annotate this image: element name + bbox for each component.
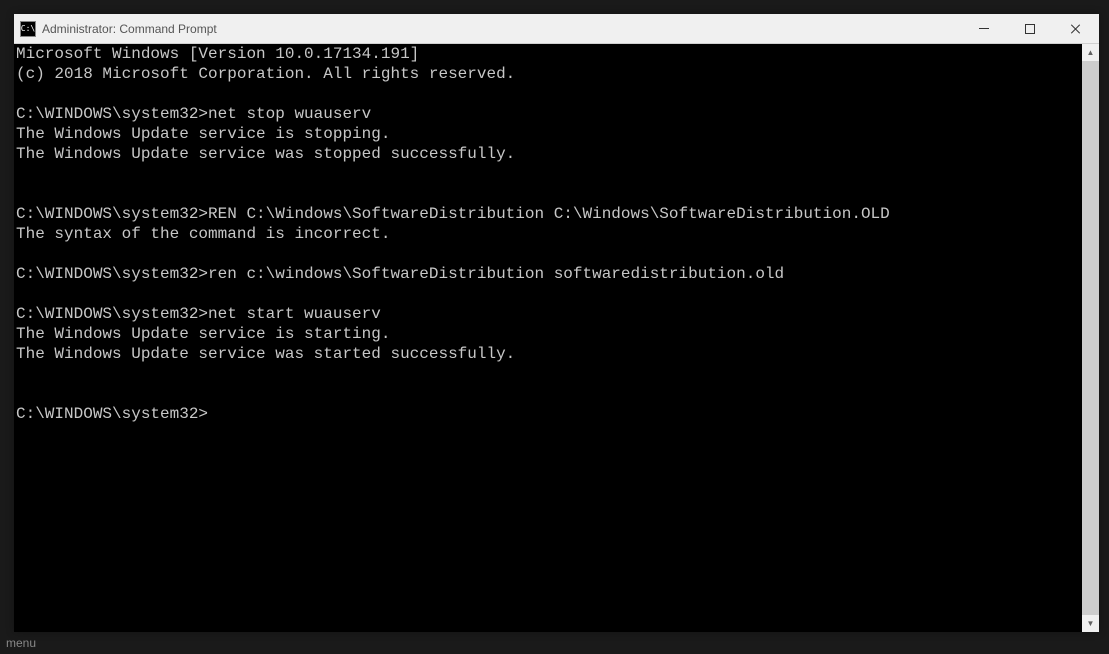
cmd-icon: C:\ [20,21,36,37]
minimize-icon [979,28,989,29]
command-prompt-window: C:\ Administrator: Command Prompt Micros… [14,14,1099,632]
titlebar[interactable]: C:\ Administrator: Command Prompt [14,14,1099,44]
close-icon [1070,23,1082,35]
scrollbar-thumb[interactable] [1082,61,1099,615]
window-controls [961,14,1099,43]
scroll-down-button[interactable]: ▼ [1082,615,1099,632]
scrollbar-track[interactable] [1082,61,1099,615]
window-title: Administrator: Command Prompt [42,22,961,36]
close-button[interactable] [1053,14,1099,43]
maximize-icon [1025,24,1035,34]
background-fragment: menu [0,632,1109,654]
maximize-button[interactable] [1007,14,1053,43]
terminal-output[interactable]: Microsoft Windows [Version 10.0.17134.19… [14,44,1082,632]
chevron-down-icon: ▼ [1087,619,1095,628]
terminal-area: Microsoft Windows [Version 10.0.17134.19… [14,44,1099,632]
vertical-scrollbar[interactable]: ▲ ▼ [1082,44,1099,632]
scroll-up-button[interactable]: ▲ [1082,44,1099,61]
minimize-button[interactable] [961,14,1007,43]
chevron-up-icon: ▲ [1087,48,1095,57]
